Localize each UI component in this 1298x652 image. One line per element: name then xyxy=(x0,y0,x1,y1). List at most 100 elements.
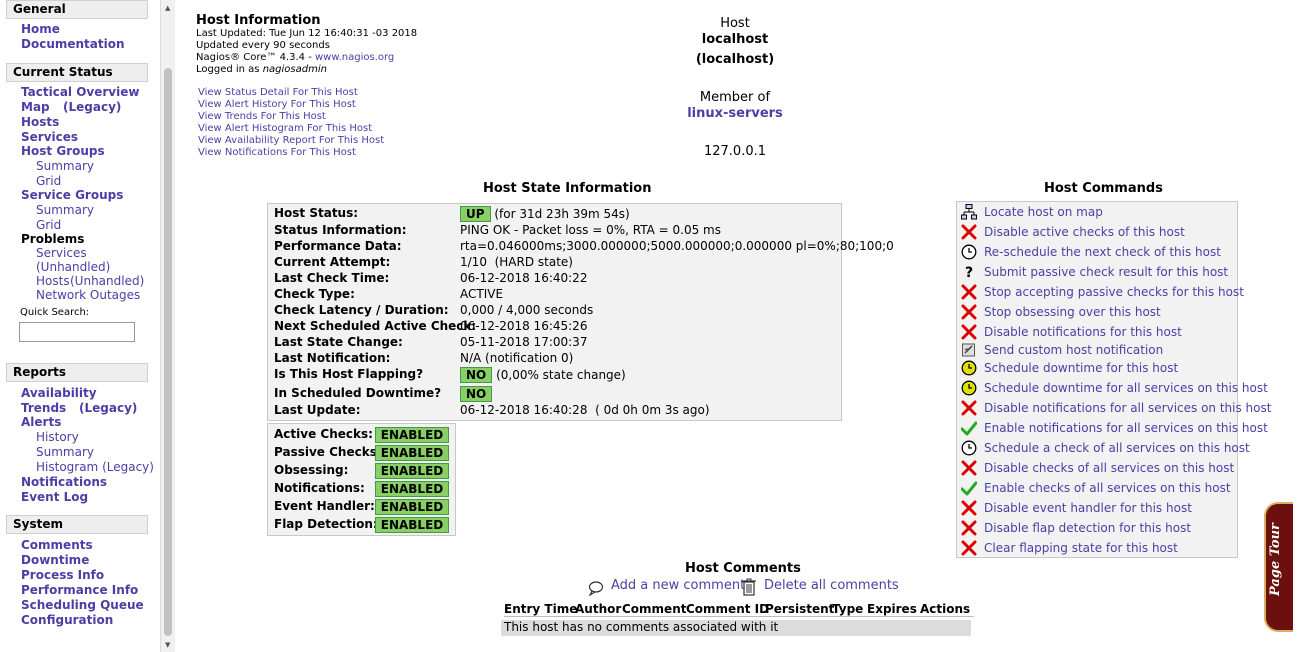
sidebar-item-process-info[interactable]: Process Info xyxy=(21,568,104,582)
host-command-link[interactable]: Schedule downtime for all services on th… xyxy=(984,381,1268,395)
check-row-value: ENABLED xyxy=(375,499,449,515)
col-expires: Expires xyxy=(867,602,921,617)
status-badge: NO xyxy=(460,386,493,402)
state-row-value: N/A (notification 0) xyxy=(460,351,573,365)
quick-search-label: Quick Search: xyxy=(20,307,90,318)
state-row-text: rta=0.046000ms;3000.000000;5000.000000;0… xyxy=(460,239,894,253)
state-row-value: UP (for 31d 23h 39m 54s) xyxy=(460,206,630,222)
sidebar-item-problems-services-unhandled[interactable]: (Unhandled) xyxy=(36,260,110,274)
sidebar-item-map-legacy[interactable]: (Legacy) xyxy=(63,100,121,114)
state-row-text: 06-12-2018 16:40:28 ( 0d 0h 0m 3s ago) xyxy=(460,403,710,417)
col-persistent: Persistent xyxy=(765,602,839,617)
sidebar-item-trends-legacy[interactable]: (Legacy) xyxy=(79,401,137,415)
sidebar-item-configuration[interactable]: Configuration xyxy=(21,613,113,627)
sidebar-item-notifications[interactable]: Notifications xyxy=(21,475,107,489)
page-tour-label: Page Tour xyxy=(1268,523,1283,596)
host-group-link[interactable]: linux-servers xyxy=(660,106,810,122)
sidebar-item-service-groups-summary[interactable]: Summary xyxy=(36,203,94,217)
sidebar-item-alerts-history[interactable]: History xyxy=(36,430,79,444)
enable-check-icon xyxy=(960,480,978,496)
host-command-link[interactable]: Enable notifications for all services on… xyxy=(984,421,1268,435)
sidebar-item-service-groups-grid[interactable]: Grid xyxy=(36,218,61,232)
sidebar-item-availability[interactable]: Availability xyxy=(21,386,97,400)
sidebar-section-current-status: Current Status xyxy=(6,63,148,82)
quick-search-input[interactable] xyxy=(19,322,135,342)
sidebar-item-trends[interactable]: Trends xyxy=(21,401,66,415)
sidebar-item-problems-hosts-unhandled[interactable]: (Unhandled) xyxy=(70,274,144,288)
col-author: Author xyxy=(575,602,626,617)
host-commands-title: Host Commands xyxy=(1044,181,1163,196)
sidebar-item-downtime[interactable]: Downtime xyxy=(21,553,89,567)
state-row-text: 0,000 / 4,000 seconds xyxy=(460,303,594,317)
member-of-label: Member of xyxy=(699,90,771,105)
link-status-detail[interactable]: View Status Detail For This Host xyxy=(198,87,384,99)
sidebar-item-problems-hosts[interactable]: Hosts xyxy=(36,274,70,288)
host-report-links: View Status Detail For This Host View Al… xyxy=(198,87,384,159)
sidebar-item-service-groups[interactable]: Service Groups xyxy=(21,188,123,202)
sidebar-scrollbar-thumb[interactable] xyxy=(164,68,172,636)
state-row-key: Next Scheduled Active Check: xyxy=(274,319,477,333)
host-command-link[interactable]: Send custom host notification xyxy=(984,343,1163,357)
svg-text:?: ? xyxy=(965,265,973,280)
sidebar-item-problems: Problems xyxy=(21,232,85,246)
link-notifications[interactable]: View Notifications For This Host xyxy=(198,147,384,159)
sidebar-item-services[interactable]: Services xyxy=(21,130,78,144)
sidebar-item-tactical-overview[interactable]: Tactical Overview xyxy=(21,85,139,99)
host-command-link[interactable]: Disable flap detection for this host xyxy=(984,521,1191,535)
sidebar-item-home[interactable]: Home xyxy=(21,22,60,36)
state-row-text: ACTIVE xyxy=(460,287,504,301)
sidebar-item-map[interactable]: Map xyxy=(21,100,50,114)
host-command-link[interactable]: Stop obsessing over this host xyxy=(984,305,1161,319)
host-command-link[interactable]: Submit passive check result for this hos… xyxy=(984,265,1228,279)
sidebar-item-alerts-summary[interactable]: Summary xyxy=(36,445,94,459)
sidebar-section-general: General xyxy=(6,0,148,19)
link-alert-history[interactable]: View Alert History For This Host xyxy=(198,99,384,111)
host-command-link[interactable]: Re-schedule the next check of this host xyxy=(984,245,1221,259)
disable-x-icon xyxy=(961,520,977,536)
sidebar-scrollbar[interactable]: ▲ ▼ xyxy=(160,0,175,652)
clock-icon xyxy=(961,244,977,260)
sidebar-item-hosts[interactable]: Hosts xyxy=(21,115,59,129)
state-row-value: 06-12-2018 16:40:28 ( 0d 0h 0m 3s ago) xyxy=(460,403,710,417)
sidebar-item-network-outages[interactable]: Network Outages xyxy=(36,288,140,302)
host-command-link[interactable]: Disable active checks of this host xyxy=(984,225,1185,239)
add-comment-link[interactable]: Add a new comment xyxy=(611,578,745,593)
host-command-link[interactable]: Disable event handler for this host xyxy=(984,501,1192,515)
state-row-key: Current Attempt: xyxy=(274,255,391,269)
sidebar-item-host-groups-grid[interactable]: Grid xyxy=(36,174,61,188)
sidebar-item-alerts-histogram[interactable]: Histogram (Legacy) xyxy=(36,460,154,474)
host-command-link[interactable]: Disable notifications for this host xyxy=(984,325,1182,339)
host-command-link[interactable]: Schedule a check of all services on this… xyxy=(984,441,1250,455)
link-trends[interactable]: View Trends For This Host xyxy=(198,111,384,123)
trash-icon xyxy=(742,578,756,596)
state-row-key: Performance Data: xyxy=(274,239,402,253)
scroll-up-arrow-icon[interactable]: ▲ xyxy=(165,4,170,12)
delete-comments-link[interactable]: Delete all comments xyxy=(764,578,899,593)
host-command-link[interactable]: Stop accepting passive checks for this h… xyxy=(984,285,1244,299)
enabled-badge: ENABLED xyxy=(375,481,449,497)
main-scrollbar[interactable] xyxy=(1293,0,1298,652)
sidebar-item-alerts[interactable]: Alerts xyxy=(21,415,61,429)
sidebar-item-host-groups[interactable]: Host Groups xyxy=(21,144,105,158)
host-command-link[interactable]: Schedule downtime for this host xyxy=(984,361,1178,375)
sidebar-item-event-log[interactable]: Event Log xyxy=(21,490,88,504)
nagios-website-link[interactable]: www.nagios.org xyxy=(315,52,394,63)
host-command-link[interactable]: Locate host on map xyxy=(984,205,1103,219)
host-command-link[interactable]: Disable checks of all services on this h… xyxy=(984,461,1234,475)
sidebar-item-host-groups-summary[interactable]: Summary xyxy=(36,159,94,173)
sidebar-item-performance-info[interactable]: Performance Info xyxy=(21,583,138,597)
sidebar-item-comments[interactable]: Comments xyxy=(21,538,93,552)
link-availability-report[interactable]: View Availability Report For This Host xyxy=(198,135,384,147)
host-command-link[interactable]: Disable notifications for all services o… xyxy=(984,401,1271,415)
host-name: localhost xyxy=(701,32,769,47)
scroll-down-arrow-icon[interactable]: ▼ xyxy=(165,641,170,649)
host-command-link[interactable]: Enable checks of all services on this ho… xyxy=(984,481,1231,495)
host-command-link[interactable]: Clear flapping state for this host xyxy=(984,541,1178,555)
sidebar-item-documentation[interactable]: Documentation xyxy=(21,37,125,51)
state-row-key: Host Status: xyxy=(274,206,359,220)
sidebar-item-problems-services[interactable]: Services xyxy=(36,246,87,260)
link-alert-histogram[interactable]: View Alert Histogram For This Host xyxy=(198,123,384,135)
sidebar-item-scheduling-queue[interactable]: Scheduling Queue xyxy=(21,598,144,612)
check-row-value: ENABLED xyxy=(375,517,449,533)
disable-x-icon xyxy=(961,400,977,416)
